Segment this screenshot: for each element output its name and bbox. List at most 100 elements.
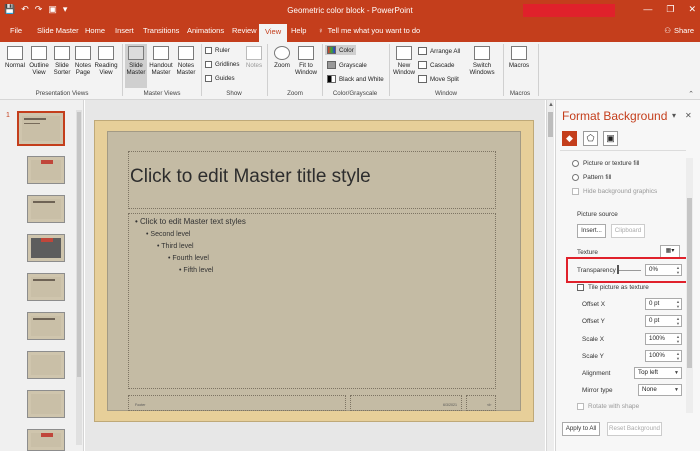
panel-options-icon[interactable]: ▾ (672, 111, 676, 120)
spinner-icon[interactable]: ▲ ▼ (676, 351, 680, 361)
hide-bg-checkbox[interactable] (572, 188, 579, 195)
hide-bg-graphics-option[interactable]: Hide background graphics (572, 188, 657, 195)
arrange-all-button[interactable]: Arrange All (418, 47, 460, 55)
fit-to-window-button[interactable]: Fit to Window (294, 46, 318, 76)
reading-view-button[interactable]: Reading View (94, 46, 118, 76)
rotate-with-shape-option[interactable]: Rotate with shape (577, 403, 639, 410)
tab-view[interactable]: View (259, 24, 288, 42)
notes-page-button[interactable]: Notes Page (73, 46, 93, 76)
new-window-button[interactable]: New Window (392, 46, 416, 76)
zoom-button[interactable]: Zoom (271, 46, 293, 69)
black-white-button[interactable]: Black and White (327, 75, 384, 83)
grayscale-button[interactable]: Grayscale (327, 61, 367, 69)
footer-placeholder[interactable] (128, 395, 346, 411)
spinner-icon[interactable]: ▲ ▼ (676, 334, 680, 344)
notes-master-button[interactable]: Notes Master (175, 46, 197, 76)
thumbnail-layout[interactable] (27, 429, 65, 451)
panel-divider (560, 150, 686, 151)
tab-animations[interactable]: Animations (187, 26, 224, 35)
tab-transitions[interactable]: Transitions (143, 26, 179, 35)
alignment-dropdown[interactable]: Top left ▼ (634, 367, 682, 379)
tile-checkbox[interactable] (577, 284, 584, 291)
body-placeholder[interactable] (128, 213, 496, 389)
footer-text: Footer (135, 403, 146, 407)
account-name-redacted[interactable] (523, 4, 615, 17)
thumbnail-layout[interactable] (27, 234, 65, 262)
share-button[interactable]: ⚇ Share (664, 26, 694, 35)
apply-to-all-button[interactable]: Apply to All (562, 422, 600, 436)
gridlines-checkbox[interactable]: Gridlines (205, 61, 239, 68)
tile-option[interactable]: Tile picture as texture (577, 284, 649, 291)
scale-x-value: 100% (649, 335, 665, 342)
minimize-button[interactable]: — (643, 4, 652, 15)
scroll-thumb[interactable] (77, 112, 81, 377)
tab-slide-master[interactable]: Slide Master (37, 26, 79, 35)
tile-label: Tile picture as texture (588, 284, 649, 291)
pattern-fill-radio[interactable] (572, 174, 579, 181)
mirror-type-dropdown[interactable]: None ▼ (638, 384, 682, 396)
notes-button[interactable]: Notes (244, 46, 264, 69)
scale-x-field[interactable]: 100% ▲ ▼ (645, 333, 682, 345)
grayscale-swatch-icon (327, 61, 336, 69)
tab-home[interactable]: Home (85, 26, 105, 35)
thumbnail-scrollbar[interactable] (76, 110, 82, 445)
tab-insert[interactable]: Insert (115, 26, 134, 35)
thumbnail-layout[interactable] (27, 312, 65, 340)
format-pane-scrollbar[interactable] (686, 158, 693, 413)
restore-button[interactable]: ❐ (666, 4, 674, 15)
move-split-button[interactable]: Move Split (418, 75, 459, 83)
pattern-fill-option[interactable]: Pattern fill (572, 174, 611, 181)
scroll-up-icon[interactable]: ▲ (548, 102, 554, 108)
picture-icon[interactable]: ▣ (603, 131, 618, 146)
offset-y-field[interactable]: 0 pt ▲ ▼ (645, 315, 682, 327)
rotate-checkbox[interactable] (577, 403, 584, 410)
insert-picture-button[interactable]: Insert... (577, 224, 606, 238)
scale-y-field[interactable]: 100% ▲ ▼ (645, 350, 682, 362)
thumbnail-layout[interactable] (27, 273, 65, 301)
clipboard-button[interactable]: Clipboard (611, 224, 645, 238)
chevron-down-icon: ▼ (674, 387, 679, 393)
canvas-scrollbar[interactable]: ▲ (546, 100, 554, 451)
window-controls: — ❐ ✕ (643, 4, 696, 15)
picture-fill-radio[interactable] (572, 160, 579, 167)
close-button[interactable]: ✕ (688, 4, 696, 15)
bw-label: Black and White (339, 75, 384, 83)
offset-x-field[interactable]: 0 pt ▲ ▼ (645, 298, 682, 310)
slide-number-placeholder[interactable] (466, 395, 496, 411)
group-divider (503, 44, 504, 96)
thumbnail-layout[interactable] (27, 390, 65, 418)
guides-checkbox[interactable]: Guides (205, 75, 235, 82)
handout-master-button[interactable]: Handout Master (148, 46, 174, 76)
macros-button[interactable]: Macros (507, 46, 531, 69)
fill-bucket-icon[interactable]: ◆ (562, 131, 577, 146)
reset-background-button[interactable]: Reset Background (607, 422, 662, 436)
level-5-text: Fifth level (183, 267, 214, 274)
effects-pentagon-icon[interactable]: ⬠ (583, 131, 598, 146)
thumbnail-layout[interactable] (27, 195, 65, 223)
ruler-checkbox[interactable]: Ruler (205, 47, 230, 54)
switch-windows-button[interactable]: Switch Windows (467, 46, 497, 76)
scroll-thumb[interactable] (548, 112, 553, 137)
tab-review[interactable]: Review (232, 26, 257, 35)
close-pane-icon[interactable]: ✕ (685, 111, 692, 120)
ruler-label: Ruler (215, 47, 230, 54)
cascade-button[interactable]: Cascade (418, 61, 454, 69)
group-divider (122, 44, 123, 96)
thumbnail-master[interactable] (17, 111, 65, 146)
tab-help[interactable]: Help (291, 26, 306, 35)
tab-file[interactable]: File (10, 26, 22, 35)
spinner-icon[interactable]: ▲ ▼ (676, 316, 680, 326)
spinner-icon[interactable]: ▲ ▼ (676, 299, 680, 309)
thumbnail-layout[interactable] (27, 156, 65, 184)
slide-sorter-button[interactable]: Slide Sorter (52, 46, 72, 76)
collapse-ribbon-icon[interactable]: ⌃ (688, 90, 694, 98)
thumbnail-layout[interactable] (27, 351, 65, 379)
slide-master-button[interactable]: Slide Master (125, 44, 147, 88)
scroll-thumb[interactable] (687, 198, 692, 368)
tell-me-search[interactable]: ♀ Tell me what you want to do (318, 26, 420, 35)
picture-fill-option[interactable]: Picture or texture fill (572, 160, 639, 167)
pattern-fill-label: Pattern fill (583, 174, 612, 181)
outline-view-button[interactable]: Outline View (28, 46, 50, 76)
normal-view-button[interactable]: Normal (4, 46, 26, 69)
color-button[interactable]: Color (325, 45, 356, 55)
